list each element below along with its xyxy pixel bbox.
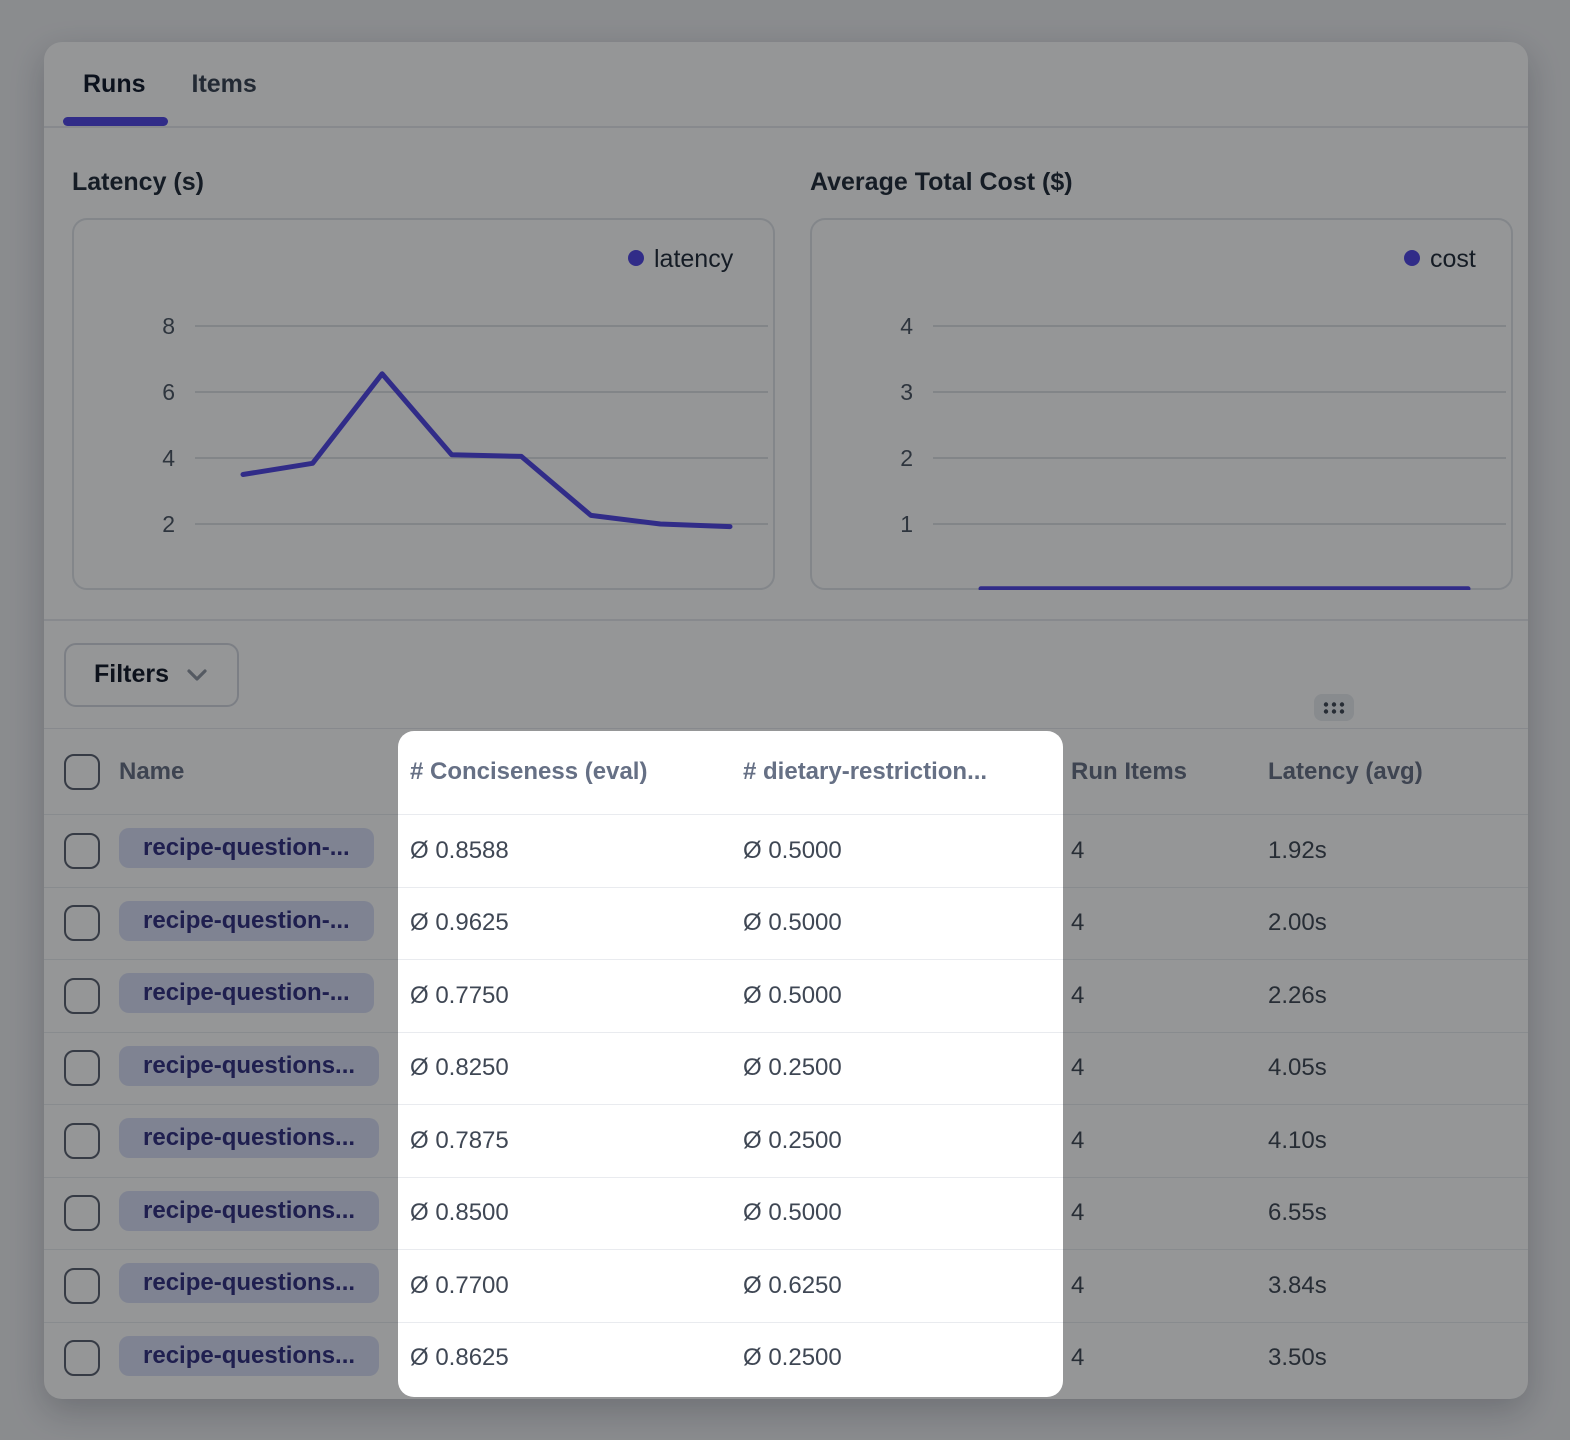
table-row: recipe-question-... Ø 0.9625 Ø 0.5000 4 … <box>44 887 1528 960</box>
latency-value: 2.00s <box>1268 909 1528 937</box>
column-header-latency: Latency (avg) <box>1268 758 1528 786</box>
filters-button[interactable]: Filters <box>64 643 239 707</box>
cost-chart-block: Average Total Cost ($) 4 3 2 1 cost <box>810 166 1513 590</box>
row-checkbox[interactable] <box>64 1268 100 1304</box>
latency-value: 2.26s <box>1268 982 1528 1010</box>
svg-text:3: 3 <box>900 379 913 405</box>
run-items-value: 4 <box>1063 1344 1268 1372</box>
row-checkbox[interactable] <box>64 978 100 1014</box>
column-header-run-items: Run Items <box>1063 758 1268 786</box>
tabs-bar: Runs Items <box>44 42 1528 128</box>
conciseness-value: Ø 0.7750 <box>398 982 731 1010</box>
cost-chart-title: Average Total Cost ($) <box>810 166 1513 198</box>
dietary-value: Ø 0.5000 <box>731 837 1063 865</box>
table-row: recipe-questions... Ø 0.8500 Ø 0.5000 4 … <box>44 1177 1528 1250</box>
latency-chart-title: Latency (s) <box>72 166 775 198</box>
run-items-value: 4 <box>1063 1199 1268 1227</box>
dietary-value: Ø 0.6250 <box>731 1272 1063 1300</box>
active-tab-indicator <box>63 117 168 126</box>
latency-chart-panel: 8 6 4 2 latency <box>72 218 775 590</box>
svg-text:2: 2 <box>162 511 175 537</box>
row-checkbox[interactable] <box>64 1340 100 1376</box>
resize-drag-handle[interactable] <box>1314 694 1354 721</box>
run-items-value: 4 <box>1063 909 1268 937</box>
run-name-badge[interactable]: recipe-questions... <box>119 1118 379 1158</box>
table-row: recipe-question-... Ø 0.8588 Ø 0.5000 4 … <box>44 814 1528 887</box>
dietary-value: Ø 0.5000 <box>731 1199 1063 1227</box>
cost-chart-panel: 4 3 2 1 cost <box>810 218 1513 590</box>
latency-value: 4.05s <box>1268 1054 1528 1082</box>
row-checkbox[interactable] <box>64 833 100 869</box>
svg-text:6: 6 <box>162 379 175 405</box>
table-row: recipe-questions... Ø 0.7700 Ø 0.6250 4 … <box>44 1249 1528 1322</box>
conciseness-value: Ø 0.7700 <box>398 1272 731 1300</box>
tab-items[interactable]: Items <box>192 70 257 99</box>
svg-text:2: 2 <box>900 445 913 471</box>
table-header-row: Name # Conciseness (eval) # dietary-rest… <box>44 729 1528 814</box>
column-header-dietary: # dietary-restriction... <box>731 758 1063 786</box>
grip-dots-icon <box>1321 700 1347 716</box>
svg-text:1: 1 <box>900 511 913 537</box>
row-checkbox[interactable] <box>64 1195 100 1231</box>
run-name-badge[interactable]: recipe-questions... <box>119 1336 379 1376</box>
row-checkbox[interactable] <box>64 1050 100 1086</box>
filters-button-label: Filters <box>94 660 169 689</box>
conciseness-value: Ø 0.8500 <box>398 1199 731 1227</box>
dietary-value: Ø 0.2500 <box>731 1344 1063 1372</box>
latency-value: 1.92s <box>1268 837 1528 865</box>
dietary-value: Ø 0.5000 <box>731 982 1063 1010</box>
runs-card: Runs Items Latency (s) 8 6 4 2 latency Avera… <box>44 42 1528 1399</box>
tab-runs[interactable]: Runs <box>83 70 146 99</box>
run-items-value: 4 <box>1063 1054 1268 1082</box>
table-body: recipe-question-... Ø 0.8588 Ø 0.5000 4 … <box>44 814 1528 1394</box>
run-name-badge[interactable]: recipe-question-... <box>119 901 374 941</box>
evals-dashboard-page: Runs Items Latency (s) 8 6 4 2 latency Avera… <box>0 0 1570 1440</box>
run-items-value: 4 <box>1063 837 1268 865</box>
latency-value: 4.10s <box>1268 1127 1528 1155</box>
run-name-badge[interactable]: recipe-questions... <box>119 1191 379 1231</box>
svg-text:latency: latency <box>654 245 734 273</box>
latency-value: 3.50s <box>1268 1344 1528 1372</box>
table-row: recipe-question-... Ø 0.7750 Ø 0.5000 4 … <box>44 959 1528 1032</box>
latency-chart-block: Latency (s) 8 6 4 2 latency <box>72 166 775 590</box>
charts-section: Latency (s) 8 6 4 2 latency Average Total Co… <box>44 128 1528 621</box>
svg-text:4: 4 <box>162 445 175 471</box>
run-items-value: 4 <box>1063 1127 1268 1155</box>
svg-text:4: 4 <box>900 313 913 339</box>
row-checkbox[interactable] <box>64 1123 100 1159</box>
column-header-conciseness: # Conciseness (eval) <box>398 758 731 786</box>
run-name-badge[interactable]: recipe-questions... <box>119 1046 379 1086</box>
table-row: recipe-questions... Ø 0.8625 Ø 0.2500 4 … <box>44 1322 1528 1395</box>
run-items-value: 4 <box>1063 1272 1268 1300</box>
conciseness-value: Ø 0.9625 <box>398 909 731 937</box>
latency-value: 3.84s <box>1268 1272 1528 1300</box>
svg-text:8: 8 <box>162 313 175 339</box>
run-name-badge[interactable]: recipe-questions... <box>119 1263 379 1303</box>
dietary-value: Ø 0.2500 <box>731 1127 1063 1155</box>
run-items-value: 4 <box>1063 982 1268 1010</box>
svg-text:cost: cost <box>1430 245 1476 273</box>
run-name-badge[interactable]: recipe-question-... <box>119 973 374 1013</box>
table-row: recipe-questions... Ø 0.7875 Ø 0.2500 4 … <box>44 1104 1528 1177</box>
column-header-name: Name <box>119 758 398 786</box>
latency-value: 6.55s <box>1268 1199 1528 1227</box>
runs-table: Name # Conciseness (eval) # dietary-rest… <box>44 729 1528 1394</box>
dietary-value: Ø 0.5000 <box>731 909 1063 937</box>
row-checkbox[interactable] <box>64 905 100 941</box>
run-name-badge[interactable]: recipe-question-... <box>119 828 374 868</box>
chevron-down-icon <box>185 667 209 683</box>
conciseness-value: Ø 0.7875 <box>398 1127 731 1155</box>
table-row: recipe-questions... Ø 0.8250 Ø 0.2500 4 … <box>44 1032 1528 1105</box>
conciseness-value: Ø 0.8625 <box>398 1344 731 1372</box>
dietary-value: Ø 0.2500 <box>731 1054 1063 1082</box>
conciseness-value: Ø 0.8250 <box>398 1054 731 1082</box>
filters-bar: Filters <box>44 621 1528 729</box>
cost-line-chart: 4 3 2 1 cost <box>810 218 1513 590</box>
latency-line-chart: 8 6 4 2 latency <box>72 218 775 590</box>
conciseness-value: Ø 0.8588 <box>398 837 731 865</box>
select-all-checkbox[interactable] <box>64 754 100 790</box>
